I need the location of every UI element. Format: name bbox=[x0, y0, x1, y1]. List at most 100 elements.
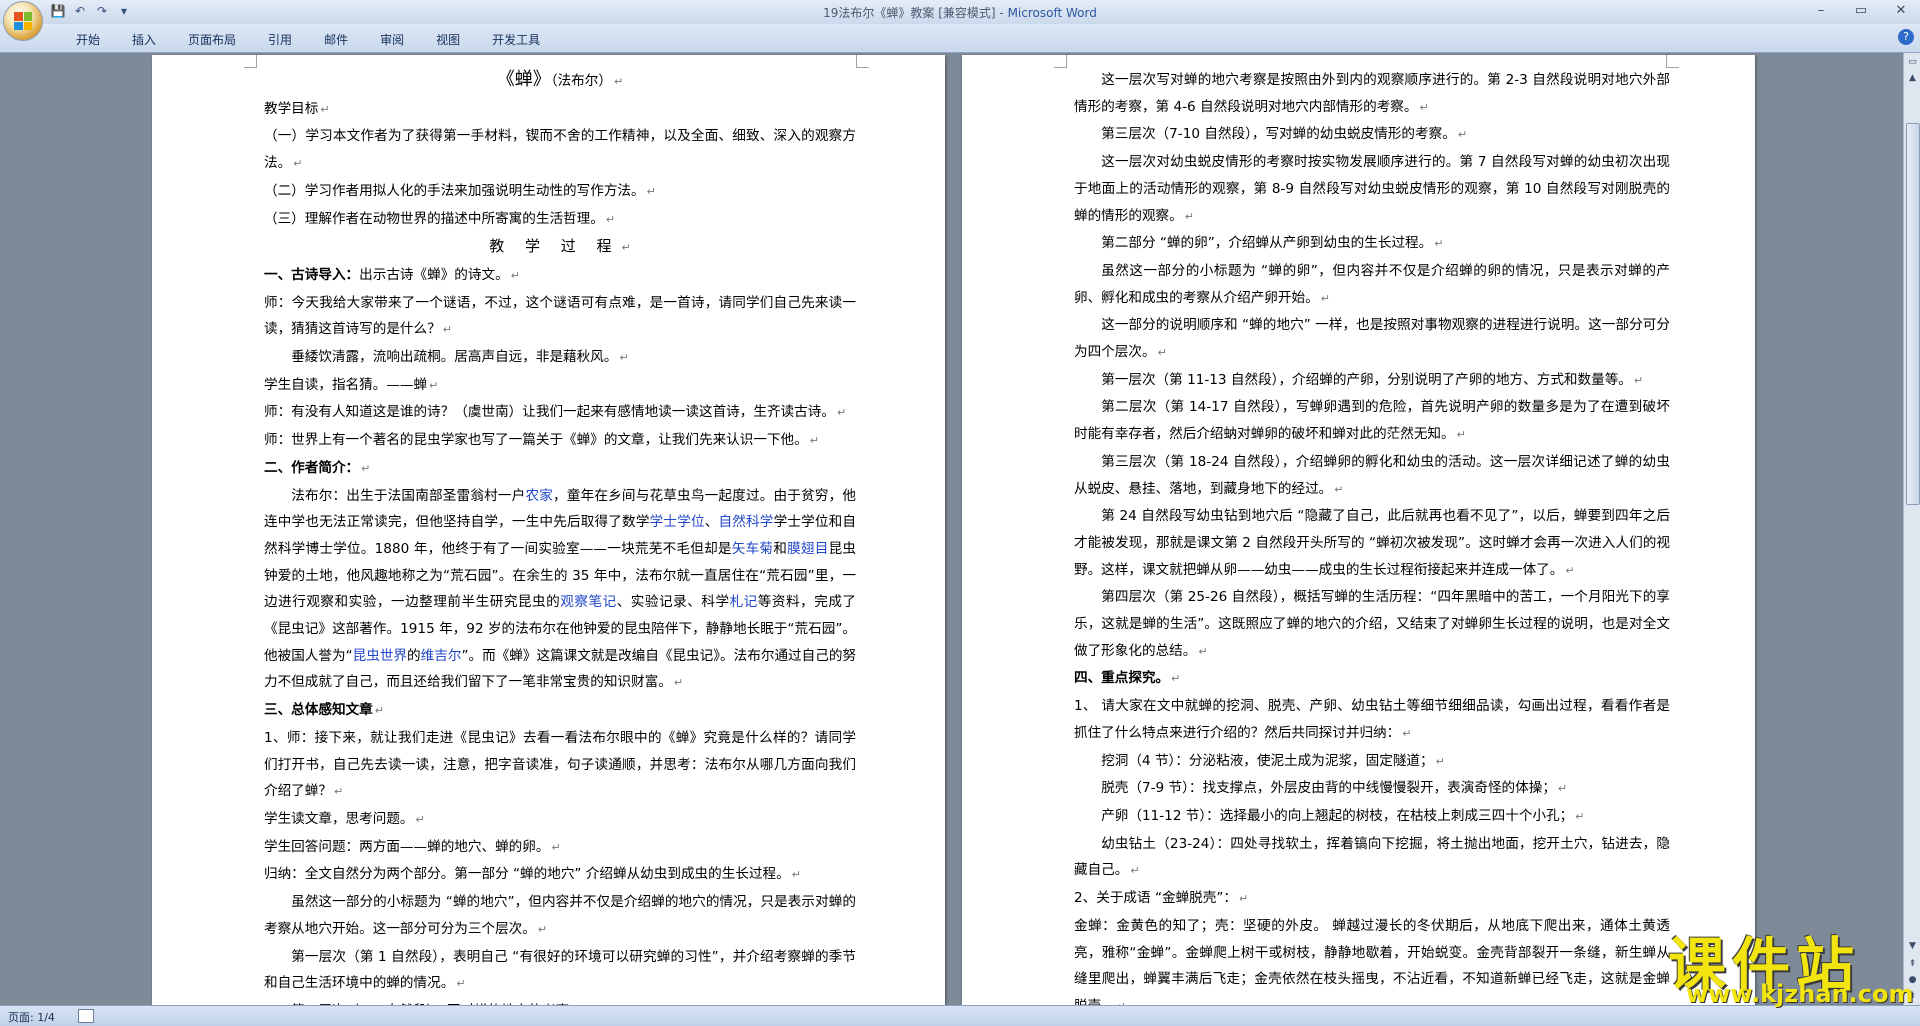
document-page-2[interactable]: 这一层次写对蝉的地穴考察是按照由外到内的观察顺序进行的。第 2-3 自然段说明对… bbox=[962, 55, 1755, 1005]
paragraph-mark-icon: ↵ bbox=[1321, 292, 1330, 305]
ribbon-tab-2[interactable]: 页面布局 bbox=[172, 30, 252, 50]
paragraph[interactable]: 三、总体感知文章↵ bbox=[264, 697, 856, 725]
paragraph-mark-icon: ↵ bbox=[619, 351, 628, 364]
paragraph-text: 挖洞（4 节）：分泌粘液，使泥土成为泥浆，固定隧道； bbox=[1101, 753, 1433, 769]
ruler-toggle-icon[interactable]: ▭ bbox=[1906, 55, 1919, 69]
paragraph-text: 学生回答问题：两方面——蝉的地穴、蝉的卵。 bbox=[264, 839, 549, 855]
paragraph[interactable]: 第三层次（7-10 自然段），写对蝉的幼虫蜕皮情形的考察。↵ bbox=[1074, 121, 1670, 149]
paragraph-mark-icon: ↵ bbox=[375, 704, 384, 717]
ribbon-tab-5[interactable]: 审阅 bbox=[364, 30, 420, 50]
minimize-icon[interactable]: – bbox=[1808, 2, 1834, 20]
office-button[interactable] bbox=[4, 2, 42, 40]
paragraph[interactable]: 幼虫钻土（23-24）：四处寻找软土，挥着镐向下挖掘，将土抛出地面，挖开土穴，钻… bbox=[1074, 831, 1670, 885]
ribbon-tab-4[interactable]: 邮件 bbox=[308, 30, 364, 50]
paragraph-mark-icon: ↵ bbox=[416, 813, 425, 826]
paragraph[interactable]: 第二层次（第 14-17 自然段），写蝉卵遇到的危险，首先说明产卵的数量多是为了… bbox=[1074, 394, 1670, 448]
paragraph[interactable]: 师：今天我给大家带来了一个谜语，不过，这个谜语可有点难，是一首诗，请同学们自己先… bbox=[264, 290, 856, 344]
paragraph[interactable]: 这一部分的说明顺序和 “蝉的地穴” 一样，也是按照对事物观察的进程进行说明。这一… bbox=[1074, 312, 1670, 366]
paragraph[interactable]: 产卵（11-12 节）：选择最小的向上翘起的树枝，在枯枝上刺成三四十个小孔；↵ bbox=[1074, 803, 1670, 831]
paragraph[interactable]: （三）理解作者在动物世界的描述中所寄寓的生活哲理。↵ bbox=[264, 206, 856, 234]
paragraph-mark-icon: ↵ bbox=[1420, 101, 1429, 114]
paragraph-mark-icon: ↵ bbox=[1558, 782, 1567, 795]
proofing-icon[interactable] bbox=[78, 1009, 94, 1023]
help-icon[interactable]: ? bbox=[1898, 29, 1914, 45]
paragraph[interactable]: 四、重点探究。↵ bbox=[1074, 665, 1670, 693]
paragraph[interactable]: 学生自读，指名猜。——蝉↵ bbox=[264, 372, 856, 400]
paragraph-text: 虽然这一部分的小标题为 “蝉的卵”，但内容并不仅是介绍蝉的卵的情况，只是表示对蝉… bbox=[1074, 263, 1670, 306]
paragraph-mark-icon: ↵ bbox=[647, 185, 656, 198]
paragraph[interactable]: 归纳：全文自然分为两个部分。第一部分 “蝉的地穴” 介绍蝉从幼虫到成虫的生长过程… bbox=[264, 861, 856, 889]
ribbon-tab-3[interactable]: 引用 bbox=[252, 30, 308, 50]
page-1-content[interactable]: 《蝉》（法布尔）↵教学目标↵（一）学习本文作者为了获得第一手材料，锲而不舍的工作… bbox=[264, 67, 856, 1005]
paragraph[interactable]: 挖洞（4 节）：分泌粘液，使泥土成为泥浆，固定隧道；↵ bbox=[1074, 748, 1670, 776]
vertical-scrollbar[interactable]: ▭ ▲ ▼ ⇞ ● ⇟ bbox=[1903, 53, 1920, 1005]
paragraph[interactable]: 金蝉：金黄色的知了；壳：坚硬的外皮。 蝉越过漫长的冬伏期后，从地底下爬出来，通体… bbox=[1074, 913, 1670, 1005]
office-logo-icon bbox=[14, 12, 32, 30]
paragraph-text: 产卵（11-12 节）：选择最小的向上翘起的树枝，在枯枝上刺成三四十个小孔； bbox=[1101, 808, 1573, 824]
crop-mark bbox=[1054, 55, 1067, 68]
paragraph[interactable]: 《蝉》（法布尔）↵ bbox=[264, 67, 856, 96]
paragraph-text: 垂緌饮清露，流响出疏桐。居高声自远，非是藉秋风。 bbox=[291, 349, 617, 365]
paragraph-mark-icon: ↵ bbox=[1575, 810, 1584, 823]
paragraph-mark-icon: ↵ bbox=[361, 462, 370, 475]
ribbon-tab-0[interactable]: 开始 bbox=[60, 30, 116, 50]
paragraph[interactable]: 第二部分 “蝉的卵”，介绍蝉从产卵到幼虫的生长过程。↵ bbox=[1074, 230, 1670, 258]
paragraph-text: 第 24 自然段写幼虫钻到地穴后 “隐藏了自己，此后就再也看不见了”，以后，蝉要… bbox=[1074, 508, 1670, 577]
paragraph[interactable]: 第二层次（2-7 自然段），写对蝉的地穴的考察。↵ bbox=[264, 998, 856, 1005]
paragraph[interactable]: （二）学习作者用拟人化的手法来加强说明生动性的写作方法。↵ bbox=[264, 178, 856, 206]
status-bar: 页面: 1/4 bbox=[0, 1005, 1920, 1026]
document-page-1[interactable]: 《蝉》（法布尔）↵教学目标↵（一）学习本文作者为了获得第一手材料，锲而不舍的工作… bbox=[152, 55, 945, 1005]
paragraph-mark-icon: ↵ bbox=[1436, 755, 1445, 768]
scroll-up-icon[interactable]: ▲ bbox=[1906, 71, 1919, 85]
section-heading: 四、重点探究。 bbox=[1074, 670, 1169, 686]
paragraph-mark-icon: ↵ bbox=[792, 868, 801, 881]
paragraph[interactable]: 虽然这一部分的小标题为 “蝉的地穴”，但内容并不仅是介绍蝉的地穴的情况，只是表示… bbox=[264, 889, 856, 943]
paragraph-mark-icon: ↵ bbox=[334, 785, 343, 798]
section-heading: 二、作者简介： bbox=[264, 460, 359, 476]
window-controls: – ▭ ✕ bbox=[1808, 2, 1914, 20]
paragraph[interactable]: 第一层次（第 1 自然段），表明自己 “有很好的环境可以研究蝉的习性”，并介绍考… bbox=[264, 944, 856, 998]
paragraph[interactable]: 2、关于成语 “金蝉脱壳”：↵ bbox=[1074, 885, 1670, 913]
maximize-icon[interactable]: ▭ bbox=[1848, 2, 1874, 20]
paragraph[interactable]: 脱壳（7-9 节）：找支撑点，外层皮由背的中线慢慢裂开，表演奇怪的体操；↵ bbox=[1074, 775, 1670, 803]
paragraph[interactable]: 第三层次（第 18-24 自然段），介绍蝉卵的孵化和幼虫的活动。这一层次详细记述… bbox=[1074, 449, 1670, 503]
ribbon-tab-7[interactable]: 开发工具 bbox=[476, 30, 556, 50]
paragraph[interactable]: 第四层次（第 25-26 自然段），概括写蝉的生活历程：“四年黑暗中的苦工，一个… bbox=[1074, 584, 1670, 665]
page-2-content[interactable]: 这一层次写对蝉的地穴考察是按照由外到内的观察顺序进行的。第 2-3 自然段说明对… bbox=[1074, 67, 1670, 1005]
paragraph[interactable]: 垂緌饮清露，流响出疏桐。居高声自远，非是藉秋风。↵ bbox=[264, 344, 856, 372]
scrollbar-thumb[interactable] bbox=[1906, 123, 1920, 505]
document-workspace[interactable]: 《蝉》（法布尔）↵教学目标↵（一）学习本文作者为了获得第一手材料，锲而不舍的工作… bbox=[0, 53, 1903, 1005]
paragraph[interactable]: 这一层次对幼虫蜕皮情形的考察时按实物发展顺序进行的。第 7 自然段写对蝉的幼虫初… bbox=[1074, 149, 1670, 230]
paragraph-text: 这一层次对幼虫蜕皮情形的考察时按实物发展顺序进行的。第 7 自然段写对蝉的幼虫初… bbox=[1074, 154, 1670, 223]
paragraph[interactable]: 一、古诗导入：出示古诗《蝉》的诗文。↵ bbox=[264, 262, 856, 290]
paragraph[interactable]: 师：有没有人知道这是谁的诗？（虞世南）让我们一起来有感情地读一读这首诗，生齐读古… bbox=[264, 399, 856, 427]
paragraph[interactable]: 这一层次写对蝉的地穴考察是按照由外到内的观察顺序进行的。第 2-3 自然段说明对… bbox=[1074, 67, 1670, 121]
page-indicator[interactable]: 页面: 1/4 bbox=[8, 1009, 55, 1025]
paragraph-mark-icon: ↵ bbox=[1634, 374, 1643, 387]
paragraph[interactable]: 虽然这一部分的小标题为 “蝉的卵”，但内容并不仅是介绍蝉的卵的情况，只是表示对蝉… bbox=[1074, 258, 1670, 312]
paragraph-text: 师：今天我给大家带来了一个谜语，不过，这个谜语可有点难，是一首诗，请同学们自己先… bbox=[264, 295, 856, 338]
paragraph-mark-icon: ↵ bbox=[614, 75, 623, 88]
paragraph-mark-icon: ↵ bbox=[293, 157, 302, 170]
paragraph-text: 脱壳（7-9 节）：找支撑点，外层皮由背的中线慢慢裂开，表演奇怪的体操； bbox=[1101, 780, 1556, 796]
close-icon[interactable]: ✕ bbox=[1888, 2, 1914, 20]
paragraph[interactable]: （一）学习本文作者为了获得第一手材料，锲而不舍的工作精神，以及全面、细致、深入的… bbox=[264, 123, 856, 177]
paragraph[interactable]: 二、作者简介：↵ bbox=[264, 455, 856, 483]
paragraph[interactable]: 法布尔：出生于法国南部圣雷翁村一户农家，童年在乡间与花草虫鸟一起度过。由于贫穷，… bbox=[264, 483, 856, 698]
paragraph[interactable]: 学生回答问题：两方面——蝉的地穴、蝉的卵。↵ bbox=[264, 834, 856, 862]
paragraph[interactable]: 学生读文章，思考问题。↵ bbox=[264, 806, 856, 834]
ribbon-tab-1[interactable]: 插入 bbox=[116, 30, 172, 50]
paragraph-mark-icon: ↵ bbox=[1198, 645, 1207, 658]
paragraph[interactable]: 1、师：接下来，就让我们走进《昆虫记》去看一看法布尔眼中的《蝉》究竟是什么样的？… bbox=[264, 725, 856, 806]
paragraph[interactable]: 教学目标↵ bbox=[264, 96, 856, 124]
crop-mark bbox=[244, 55, 257, 68]
paragraph[interactable]: 1、 请大家在文中就蝉的挖洞、脱壳、产卵、幼虫钻土等细节细细品读，勾画出过程，看… bbox=[1074, 693, 1670, 747]
ribbon-tab-bar: 开始插入页面布局引用邮件审阅视图开发工具 ? bbox=[0, 24, 1920, 53]
paragraph[interactable]: 师：世界上有一个著名的昆虫学家也写了一篇关于《蝉》的文章，让我们先来认识一下他。… bbox=[264, 427, 856, 455]
paragraph[interactable]: 第 24 自然段写幼虫钻到地穴后 “隐藏了自己，此后就再也看不见了”，以后，蝉要… bbox=[1074, 503, 1670, 584]
ribbon-tab-6[interactable]: 视图 bbox=[420, 30, 476, 50]
paragraph[interactable]: 教 学 过 程↵ bbox=[264, 233, 856, 262]
paragraph[interactable]: 第一层次（第 11-13 自然段），介绍蝉的产卵，分别说明了产卵的地方、方式和数… bbox=[1074, 367, 1670, 395]
paragraph-text: 师：有没有人知道这是谁的诗？（虞世南）让我们一起来有感情地读一读这首诗，生齐读古… bbox=[264, 404, 835, 420]
paragraph-text: 第三层次（第 18-24 自然段），介绍蝉卵的孵化和幼虫的活动。这一层次详细记述… bbox=[1074, 454, 1670, 497]
